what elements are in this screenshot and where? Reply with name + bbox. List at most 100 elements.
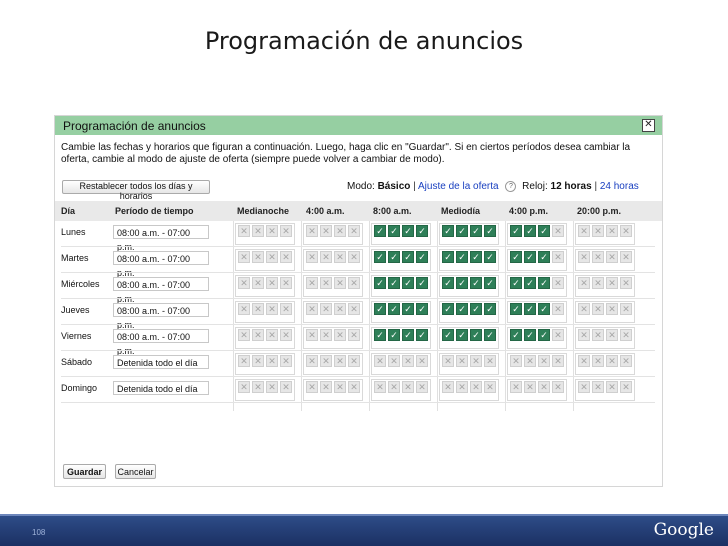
save-button[interactable]: Guardar: [63, 464, 106, 479]
cancel-button[interactable]: Cancelar: [115, 464, 156, 479]
hour-cell-inactive[interactable]: ✕: [306, 381, 318, 393]
hour-cell-active[interactable]: ✓: [538, 251, 550, 263]
clock-24h-link[interactable]: 24 horas: [600, 181, 639, 192]
hour-cell-inactive[interactable]: ✕: [348, 381, 360, 393]
hour-cell-inactive[interactable]: ✕: [306, 225, 318, 237]
hour-cell-active[interactable]: ✓: [538, 303, 550, 315]
hour-cell-active[interactable]: ✓: [442, 225, 454, 237]
hour-cell-inactive[interactable]: ✕: [592, 225, 604, 237]
hour-cell-active[interactable]: ✓: [402, 277, 414, 289]
hour-cell-inactive[interactable]: ✕: [334, 303, 346, 315]
hour-cell-active[interactable]: ✓: [538, 225, 550, 237]
hour-cell-active[interactable]: ✓: [402, 303, 414, 315]
hour-cell-inactive[interactable]: ✕: [238, 303, 250, 315]
hour-cell-inactive[interactable]: ✕: [306, 303, 318, 315]
hour-cell-active[interactable]: ✓: [402, 225, 414, 237]
hour-cell-active[interactable]: ✓: [416, 329, 428, 341]
hour-cell-active[interactable]: ✓: [442, 251, 454, 263]
hour-cell-inactive[interactable]: ✕: [442, 355, 454, 367]
hour-cell-inactive[interactable]: ✕: [484, 355, 496, 367]
hour-cell-active[interactable]: ✓: [538, 329, 550, 341]
hour-cell-inactive[interactable]: ✕: [592, 355, 604, 367]
hour-cell-active[interactable]: ✓: [484, 303, 496, 315]
hour-cell-active[interactable]: ✓: [510, 303, 522, 315]
hour-cell-inactive[interactable]: ✕: [238, 225, 250, 237]
hour-cell-active[interactable]: ✓: [388, 303, 400, 315]
hour-cell-inactive[interactable]: ✕: [334, 225, 346, 237]
hour-cell-inactive[interactable]: ✕: [280, 225, 292, 237]
hour-cell-inactive[interactable]: ✕: [306, 355, 318, 367]
hour-cell-inactive[interactable]: ✕: [578, 277, 590, 289]
hour-cell-inactive[interactable]: ✕: [606, 251, 618, 263]
hour-cell-inactive[interactable]: ✕: [620, 251, 632, 263]
hour-cell-active[interactable]: ✓: [470, 303, 482, 315]
hour-cell-inactive[interactable]: ✕: [578, 303, 590, 315]
hour-cell-inactive[interactable]: ✕: [320, 303, 332, 315]
hour-cell-inactive[interactable]: ✕: [266, 329, 278, 341]
hour-cell-active[interactable]: ✓: [470, 251, 482, 263]
hour-cell-inactive[interactable]: ✕: [538, 355, 550, 367]
hour-cell-active[interactable]: ✓: [484, 277, 496, 289]
hour-cell-inactive[interactable]: ✕: [334, 251, 346, 263]
hour-cell-active[interactable]: ✓: [456, 277, 468, 289]
hour-cell-active[interactable]: ✓: [388, 277, 400, 289]
reset-all-button[interactable]: Restablecer todos los días y horarios: [62, 180, 210, 201]
hour-cell-inactive[interactable]: ✕: [306, 329, 318, 341]
hour-cell-inactive[interactable]: ✕: [578, 225, 590, 237]
hour-cell-inactive[interactable]: ✕: [334, 381, 346, 393]
hour-cell-inactive[interactable]: ✕: [280, 355, 292, 367]
hour-cell-inactive[interactable]: ✕: [348, 355, 360, 367]
hour-cell-inactive[interactable]: ✕: [252, 329, 264, 341]
hour-cell-active[interactable]: ✓: [484, 329, 496, 341]
hour-cell-inactive[interactable]: ✕: [306, 251, 318, 263]
period-field[interactable]: 08:00 a.m. - 07:00 p.m.: [113, 277, 209, 304]
hour-cell-inactive[interactable]: ✕: [592, 303, 604, 315]
hour-cell-inactive[interactable]: ✕: [470, 381, 482, 393]
hour-cell-inactive[interactable]: ✕: [388, 381, 400, 393]
hour-cell-inactive[interactable]: ✕: [252, 381, 264, 393]
hour-cell-inactive[interactable]: ✕: [606, 381, 618, 393]
hour-cell-inactive[interactable]: ✕: [538, 381, 550, 393]
hour-cell-inactive[interactable]: ✕: [416, 381, 428, 393]
hour-cell-active[interactable]: ✓: [524, 251, 536, 263]
hour-cell-inactive[interactable]: ✕: [552, 329, 564, 341]
hour-cell-inactive[interactable]: ✕: [238, 251, 250, 263]
hour-cell-active[interactable]: ✓: [510, 277, 522, 289]
hour-cell-inactive[interactable]: ✕: [348, 251, 360, 263]
hour-cell-inactive[interactable]: ✕: [320, 277, 332, 289]
hour-cell-inactive[interactable]: ✕: [592, 277, 604, 289]
hour-cell-inactive[interactable]: ✕: [252, 277, 264, 289]
hour-cell-inactive[interactable]: ✕: [592, 329, 604, 341]
hour-cell-inactive[interactable]: ✕: [306, 277, 318, 289]
hour-cell-inactive[interactable]: ✕: [280, 303, 292, 315]
hour-cell-active[interactable]: ✓: [374, 225, 386, 237]
hour-cell-inactive[interactable]: ✕: [320, 329, 332, 341]
hour-cell-active[interactable]: ✓: [510, 251, 522, 263]
hour-cell-inactive[interactable]: ✕: [620, 303, 632, 315]
hour-cell-inactive[interactable]: ✕: [238, 277, 250, 289]
hour-cell-inactive[interactable]: ✕: [620, 381, 632, 393]
hour-cell-active[interactable]: ✓: [374, 303, 386, 315]
hour-cell-inactive[interactable]: ✕: [592, 251, 604, 263]
hour-cell-inactive[interactable]: ✕: [552, 251, 564, 263]
hour-cell-inactive[interactable]: ✕: [238, 381, 250, 393]
hour-cell-inactive[interactable]: ✕: [578, 329, 590, 341]
hour-cell-inactive[interactable]: ✕: [266, 381, 278, 393]
hour-cell-inactive[interactable]: ✕: [524, 355, 536, 367]
hour-cell-inactive[interactable]: ✕: [320, 381, 332, 393]
hour-cell-active[interactable]: ✓: [524, 329, 536, 341]
hour-cell-inactive[interactable]: ✕: [442, 381, 454, 393]
hour-cell-active[interactable]: ✓: [402, 251, 414, 263]
hour-cell-inactive[interactable]: ✕: [266, 277, 278, 289]
hour-cell-inactive[interactable]: ✕: [578, 381, 590, 393]
hour-cell-inactive[interactable]: ✕: [238, 355, 250, 367]
hour-cell-inactive[interactable]: ✕: [456, 381, 468, 393]
hour-cell-inactive[interactable]: ✕: [620, 355, 632, 367]
hour-cell-inactive[interactable]: ✕: [374, 381, 386, 393]
period-field[interactable]: Detenida todo el día: [113, 355, 209, 369]
hour-cell-inactive[interactable]: ✕: [320, 251, 332, 263]
period-field[interactable]: 08:00 a.m. - 07:00 p.m.: [113, 225, 209, 252]
hour-cell-active[interactable]: ✓: [510, 329, 522, 341]
hour-cell-inactive[interactable]: ✕: [320, 225, 332, 237]
hour-cell-inactive[interactable]: ✕: [416, 355, 428, 367]
